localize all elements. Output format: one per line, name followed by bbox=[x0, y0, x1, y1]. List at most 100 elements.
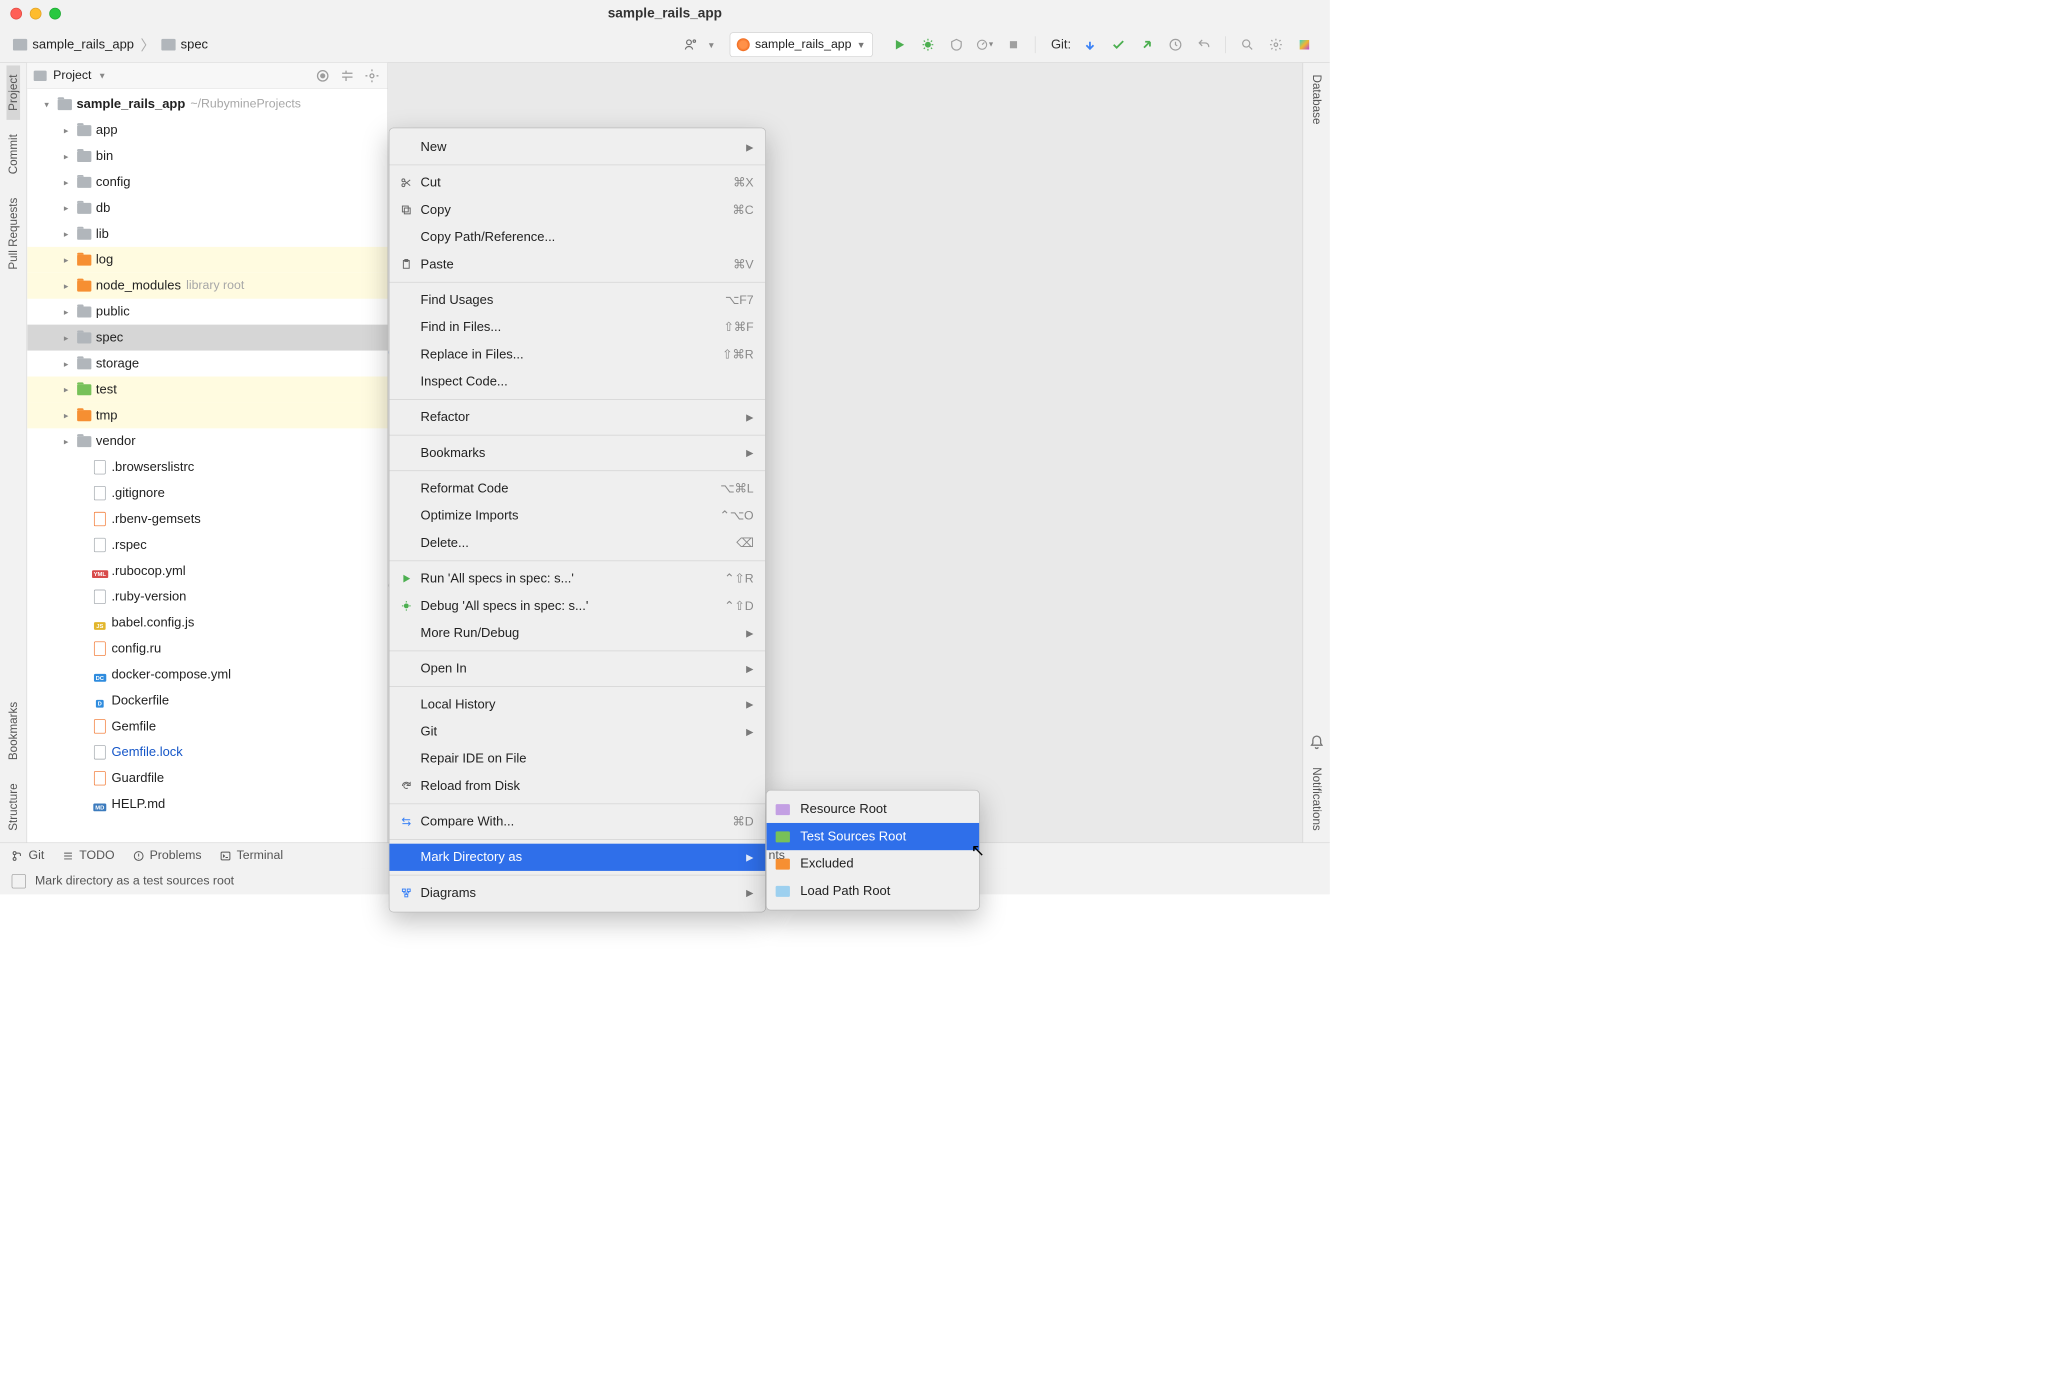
menu-item-copy-path-reference[interactable]: Copy Path/Reference... bbox=[389, 224, 765, 251]
tree-root[interactable]: ▾ sample_rails_app ~/RubymineProjects bbox=[27, 91, 387, 117]
tree-file--rbenv-gemsets[interactable]: .rbenv-gemsets bbox=[27, 506, 387, 532]
menu-item-find-usages[interactable]: Find Usages ⌥F7 bbox=[389, 286, 765, 313]
run-config-selector[interactable]: sample_rails_app ▼ bbox=[730, 32, 873, 57]
breadcrumb[interactable]: sample_rails_app 〉 spec bbox=[13, 34, 208, 55]
crumb-root[interactable]: sample_rails_app bbox=[32, 37, 134, 52]
maximize-window-button[interactable] bbox=[49, 8, 61, 20]
jetbrains-toolbox-icon[interactable] bbox=[1295, 35, 1314, 54]
tree-file-docker-compose-yml[interactable]: DC docker-compose.yml bbox=[27, 662, 387, 688]
tab-structure[interactable]: Structure bbox=[6, 774, 20, 839]
menu-item-reload-from-disk[interactable]: Reload from Disk bbox=[389, 772, 765, 799]
tree-file-config-ru[interactable]: config.ru bbox=[27, 636, 387, 662]
tree-dir-log[interactable]: ▸ log bbox=[27, 247, 387, 273]
profiler-button[interactable]: ▼ bbox=[975, 35, 994, 54]
menu-item-compare-with[interactable]: Compare With... ⌘D bbox=[389, 808, 765, 835]
project-tree[interactable]: ▾ sample_rails_app ~/RubymineProjects ▸ … bbox=[27, 89, 387, 843]
close-window-button[interactable] bbox=[10, 8, 22, 20]
chevron-right-icon[interactable]: ▸ bbox=[60, 203, 73, 214]
tree-dir-app[interactable]: ▸ app bbox=[27, 117, 387, 143]
chevron-right-icon[interactable]: ▸ bbox=[60, 254, 73, 265]
tab-git[interactable]: Git bbox=[12, 849, 45, 863]
menu-item-copy[interactable]: Copy ⌘C bbox=[389, 196, 765, 223]
menu-item-mark-directory-as[interactable]: Mark Directory as ▶ bbox=[389, 844, 765, 871]
menu-item-optimize-imports[interactable]: Optimize Imports ⌃⌥O bbox=[389, 502, 765, 529]
notifications-icon[interactable] bbox=[1309, 735, 1325, 751]
submenu-item-test-sources-root[interactable]: Test Sources Root bbox=[767, 823, 980, 850]
tree-dir-test[interactable]: ▸ test bbox=[27, 376, 387, 402]
menu-item-reformat-code[interactable]: Reformat Code ⌥⌘L bbox=[389, 475, 765, 502]
chevron-down-icon[interactable]: ▾ bbox=[40, 99, 53, 110]
menu-item-delete[interactable]: Delete... ⌫ bbox=[389, 529, 765, 556]
tab-problems[interactable]: Problems bbox=[133, 849, 202, 863]
tree-file-babel-config-js[interactable]: JS babel.config.js bbox=[27, 610, 387, 636]
tree-dir-public[interactable]: ▸ public bbox=[27, 299, 387, 325]
menu-item-refactor[interactable]: Refactor ▶ bbox=[389, 404, 765, 431]
tab-pull-requests[interactable]: Pull Requests bbox=[6, 189, 20, 279]
chevron-right-icon[interactable]: ▸ bbox=[60, 177, 73, 188]
tab-todo[interactable]: TODO bbox=[62, 849, 114, 863]
tree-dir-db[interactable]: ▸ db bbox=[27, 195, 387, 221]
menu-item-run-all-specs-in-spec-s[interactable]: Run 'All specs in spec: s...' ⌃⇧R bbox=[389, 565, 765, 592]
tab-project[interactable]: Project bbox=[6, 65, 20, 119]
coverage-button[interactable] bbox=[947, 35, 966, 54]
menu-item-cut[interactable]: Cut ⌘X bbox=[389, 169, 765, 196]
chevron-right-icon[interactable]: ▸ bbox=[60, 410, 73, 421]
context-menu[interactable]: New ▶ Cut ⌘X Copy ⌘C Copy Path/Reference… bbox=[389, 128, 766, 913]
chevron-right-icon[interactable]: ▸ bbox=[60, 332, 73, 343]
settings-button[interactable] bbox=[1266, 35, 1285, 54]
menu-item-find-in-files[interactable]: Find in Files... ⇧⌘F bbox=[389, 314, 765, 341]
menu-item-local-history[interactable]: Local History ▶ bbox=[389, 691, 765, 718]
submenu-item-resource-root[interactable]: Resource Root bbox=[767, 796, 980, 823]
tab-database[interactable]: Database bbox=[1310, 65, 1324, 133]
push-button[interactable] bbox=[1137, 35, 1156, 54]
menu-item-open-in[interactable]: Open In ▶ bbox=[389, 655, 765, 682]
menu-item-diagrams[interactable]: Diagrams ▶ bbox=[389, 879, 765, 906]
tree-dir-config[interactable]: ▸ config bbox=[27, 169, 387, 195]
run-button[interactable] bbox=[890, 35, 909, 54]
tab-bookmarks[interactable]: Bookmarks bbox=[6, 693, 20, 769]
tree-dir-storage[interactable]: ▸ storage bbox=[27, 351, 387, 377]
tree-file--rspec[interactable]: .rspec bbox=[27, 532, 387, 558]
history-button[interactable] bbox=[1166, 35, 1185, 54]
menu-item-repair-ide-on-file[interactable]: Repair IDE on File bbox=[389, 745, 765, 772]
tool-window-toggle-icon[interactable] bbox=[12, 874, 26, 888]
rollback-button[interactable] bbox=[1194, 35, 1213, 54]
menu-item-more-run-debug[interactable]: More Run/Debug ▶ bbox=[389, 619, 765, 646]
menu-item-bookmarks[interactable]: Bookmarks ▶ bbox=[389, 439, 765, 466]
tree-dir-lib[interactable]: ▸ lib bbox=[27, 221, 387, 247]
tree-dir-tmp[interactable]: ▸ tmp bbox=[27, 402, 387, 428]
chevron-right-icon[interactable]: ▸ bbox=[60, 358, 73, 369]
chevron-right-icon[interactable]: ▸ bbox=[60, 125, 73, 136]
chevron-right-icon[interactable]: ▸ bbox=[60, 151, 73, 162]
commit-button[interactable] bbox=[1109, 35, 1128, 54]
tree-file--ruby-version[interactable]: .ruby-version bbox=[27, 584, 387, 610]
expand-all-icon[interactable] bbox=[340, 68, 356, 84]
search-everywhere-button[interactable] bbox=[1238, 35, 1257, 54]
tab-commit[interactable]: Commit bbox=[6, 125, 20, 183]
crumb-child[interactable]: spec bbox=[181, 37, 208, 52]
tree-dir-vendor[interactable]: ▸ vendor bbox=[27, 428, 387, 454]
code-with-me-icon[interactable] bbox=[681, 35, 700, 54]
menu-item-new[interactable]: New ▶ bbox=[389, 133, 765, 160]
submenu-item-load-path-root[interactable]: Load Path Root bbox=[767, 877, 980, 904]
tree-dir-bin[interactable]: ▸ bin bbox=[27, 143, 387, 169]
project-view-title[interactable]: Project bbox=[53, 68, 91, 82]
chevron-right-icon[interactable]: ▸ bbox=[60, 436, 73, 447]
tab-notifications[interactable]: Notifications bbox=[1310, 758, 1324, 840]
tree-file-HELP-md[interactable]: MD HELP.md bbox=[27, 791, 387, 817]
tree-file--browserslistrc[interactable]: .browserslistrc bbox=[27, 454, 387, 480]
settings-icon[interactable] bbox=[364, 68, 380, 84]
select-opened-file-icon[interactable] bbox=[315, 68, 331, 84]
menu-item-inspect-code[interactable]: Inspect Code... bbox=[389, 368, 765, 395]
tree-file-Gemfile[interactable]: Gemfile bbox=[27, 713, 387, 739]
chevron-right-icon[interactable]: ▸ bbox=[60, 228, 73, 239]
tree-file-Gemfile-lock[interactable]: Gemfile.lock bbox=[27, 739, 387, 765]
tree-dir-spec[interactable]: ▸ spec bbox=[27, 325, 387, 351]
menu-item-git[interactable]: Git ▶ bbox=[389, 718, 765, 745]
context-submenu-mark-directory[interactable]: Resource Root Test Sources Root Excluded… bbox=[766, 790, 980, 911]
tree-dir-node_modules[interactable]: ▸ node_modules library root bbox=[27, 273, 387, 299]
chevron-right-icon[interactable]: ▸ bbox=[60, 306, 73, 317]
chevron-right-icon[interactable]: ▸ bbox=[60, 280, 73, 291]
dropdown-caret-icon[interactable]: ▼ bbox=[98, 71, 106, 81]
dropdown-caret-icon[interactable]: ▼ bbox=[707, 40, 715, 50]
